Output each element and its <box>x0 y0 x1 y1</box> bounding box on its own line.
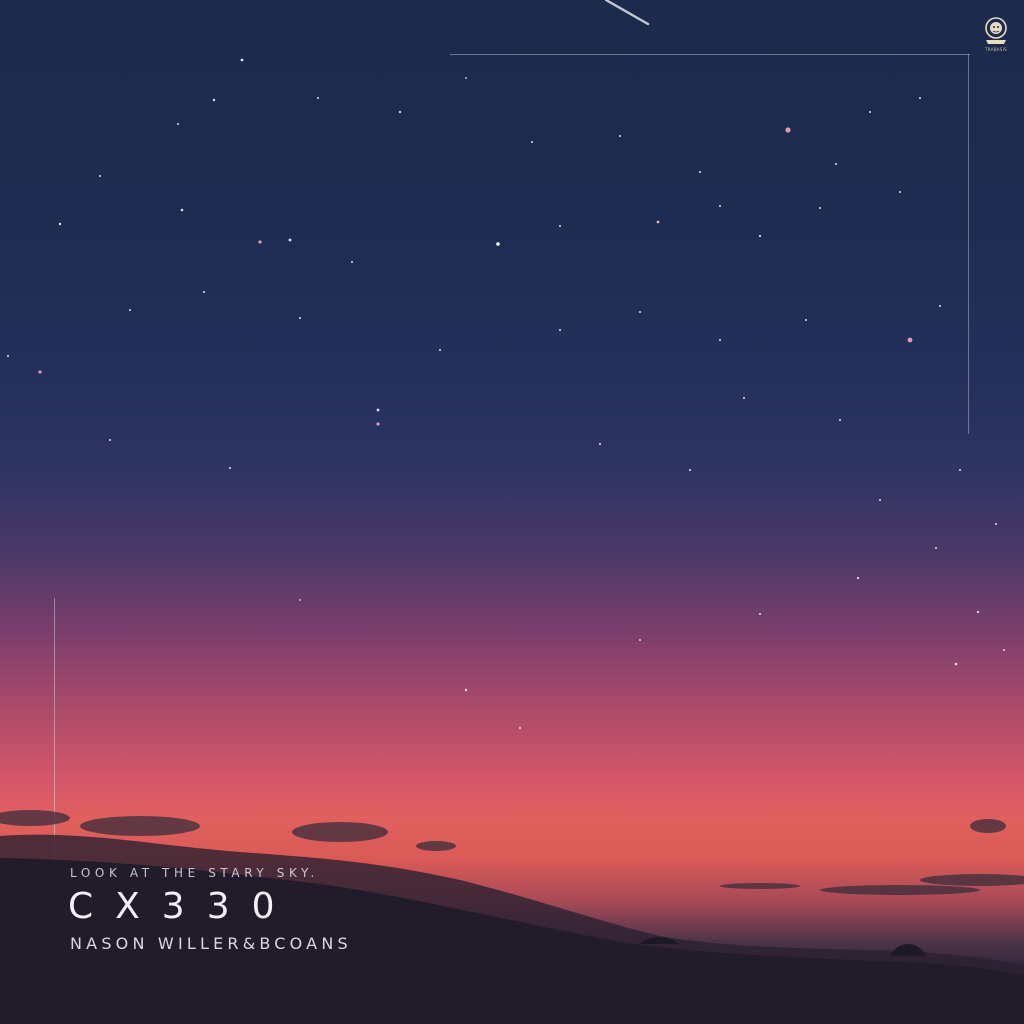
logo-label: TRABASIS <box>985 47 1007 52</box>
album-cover: LOOK AT THE STARY SKY. CX330 NASON WILLE… <box>0 0 1024 1024</box>
artist-name: NASON WILLER&BCOANS <box>70 934 352 953</box>
album-subtitle: LOOK AT THE STARY SKY. <box>70 866 319 880</box>
album-title: CX330 <box>68 886 297 927</box>
